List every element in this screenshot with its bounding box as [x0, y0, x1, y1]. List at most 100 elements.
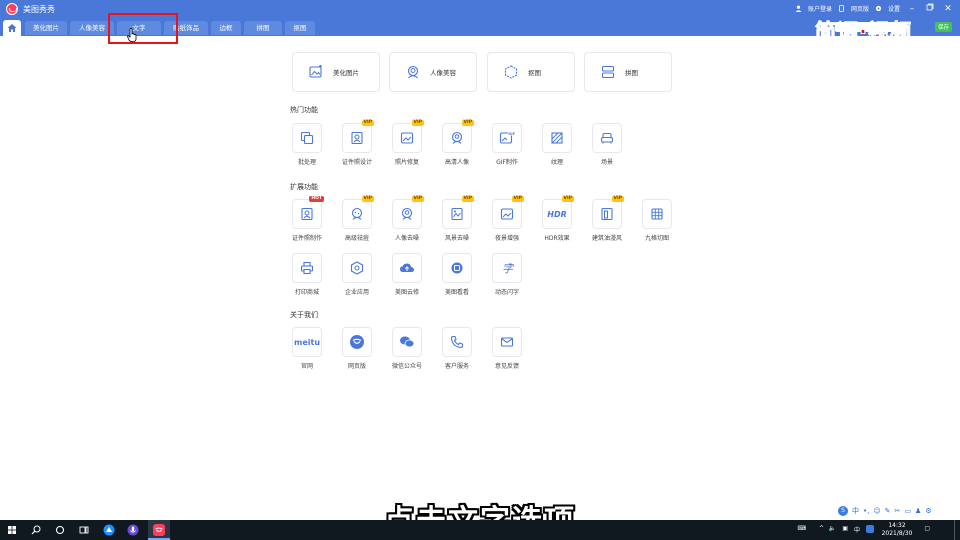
cortana-icon[interactable]: [53, 523, 67, 537]
card-label: 拼图: [625, 69, 638, 77]
card-cutout[interactable]: 抠图: [487, 52, 575, 92]
feature-night-enhance[interactable]: VIP 夜景增强: [482, 196, 532, 245]
section-title-hot: 热门功能: [290, 106, 318, 114]
show-desktop-button[interactable]: [954, 520, 958, 540]
meitu-wordmark-icon: meitu: [293, 337, 321, 347]
tab-beautify[interactable]: 美化图片: [25, 21, 67, 35]
feature-enterprise[interactable]: 企业应用: [332, 253, 382, 299]
hot-badge: HOT: [309, 196, 324, 202]
card-label: 抠图: [528, 69, 541, 77]
portrait-denoise-icon: [401, 207, 413, 220]
close-button[interactable]: ✕: [942, 4, 954, 14]
about-web-version[interactable]: 网页版: [332, 327, 382, 373]
card-collage[interactable]: 拼图: [584, 52, 672, 92]
feature-batch[interactable]: 批处理: [282, 123, 332, 169]
feature-id-photo-make[interactable]: HOT 证件照制作: [282, 196, 332, 245]
feature-nine-grid[interactable]: 九格切图: [632, 199, 682, 245]
texture-icon: [551, 132, 563, 144]
feature-hd-portrait[interactable]: VIP 高清人像: [432, 120, 482, 169]
feature-meitu-viewer[interactable]: 美图看看: [432, 253, 482, 299]
meitu-logo-icon: [350, 335, 364, 349]
home-tab[interactable]: [3, 20, 21, 36]
clock-time: 14:32: [888, 522, 906, 529]
card-label: 人像美容: [430, 69, 456, 77]
voice-assistant-icon[interactable]: [126, 523, 140, 537]
vip-badge: VIP: [461, 196, 474, 202]
feature-architecture-style[interactable]: VIP 建筑油漫风: [582, 196, 632, 245]
network-icon[interactable]: ▣: [842, 525, 848, 532]
section-title-about: 关于我们: [290, 311, 318, 319]
mail-icon: [500, 337, 514, 347]
feature-texture[interactable]: 纹理: [532, 123, 582, 169]
feature-id-photo-design[interactable]: VIP 证件照设计: [332, 120, 382, 169]
feature-print-store[interactable]: 打印商城: [282, 253, 332, 299]
portrait-icon: [407, 65, 419, 79]
enterprise-hex-icon: [350, 261, 364, 275]
collage-icon: [601, 65, 615, 79]
tab-frames[interactable]: 边框: [211, 21, 241, 35]
feature-label: 意见反馈: [494, 363, 519, 370]
about-wechat[interactable]: 微信公众号: [382, 327, 432, 373]
settings-link[interactable]: 设置: [888, 4, 900, 13]
card-portrait[interactable]: 人像美容: [389, 52, 477, 92]
landscape-denoise-icon: [451, 207, 463, 221]
tab-collage[interactable]: 拼图: [244, 21, 282, 35]
phone-icon: [838, 5, 845, 12]
about-official-site[interactable]: meitu 官网: [282, 327, 332, 373]
about-customer-service[interactable]: 客户服务: [432, 327, 482, 373]
sogou-tray-icon[interactable]: [866, 525, 874, 533]
cloud-icon: [400, 263, 414, 272]
about-feedback[interactable]: 意见反馈: [482, 327, 532, 373]
feature-animated-text[interactable]: 字 动态闪字: [482, 253, 532, 299]
browser-icon[interactable]: [102, 523, 116, 537]
hand-cursor-icon: [127, 28, 137, 42]
title-bar-controls: 账户登录 网页版 设置 – ✕: [795, 3, 954, 14]
restore-button[interactable]: [924, 3, 936, 14]
feature-hdr[interactable]: HDR VIP HDR效果: [532, 196, 582, 245]
watermark-text: 简调·视频: [815, 20, 912, 45]
save-button[interactable]: 保存: [934, 22, 952, 32]
meitu-app-icon: [153, 524, 165, 536]
feature-portrait-denoise[interactable]: VIP 人像去噪: [382, 196, 432, 245]
notification-icon[interactable]: ▢: [924, 525, 930, 532]
id-photo-icon: [351, 131, 363, 145]
feature-cloud-retouch[interactable]: 美图云修: [382, 253, 432, 299]
user-icon: [795, 5, 802, 12]
meitu-logo-icon: [6, 3, 18, 15]
account-login-link[interactable]: 账户登录: [808, 4, 832, 13]
tray-language[interactable]: 中: [854, 525, 860, 534]
vip-badge: VIP: [411, 120, 424, 126]
acne-removal-icon: [351, 207, 363, 220]
clock[interactable]: 14:32 2021/8/30: [878, 522, 916, 538]
animated-text-icon: 字: [502, 262, 514, 275]
keyboard-icon[interactable]: ⌨: [797, 525, 806, 532]
card-beautify[interactable]: 美化图片: [292, 52, 380, 92]
id-photo-make-icon: [301, 207, 313, 221]
clock-date: 2021/8/30: [881, 530, 913, 537]
feature-landscape-denoise[interactable]: VIP 风景去噪: [432, 196, 482, 245]
gif-icon: GIF: [499, 131, 515, 144]
card-label: 美化图片: [333, 69, 359, 77]
viewer-icon: [451, 262, 463, 274]
section-title-extend: 扩展功能: [290, 183, 318, 191]
phone-icon: [450, 335, 464, 349]
task-view-icon[interactable]: [77, 523, 91, 537]
feature-gif[interactable]: GIF GIF制作: [482, 123, 532, 169]
feature-photo-repair[interactable]: VIP 照片修复: [382, 120, 432, 169]
wechat-icon: [400, 336, 415, 348]
tab-cutout[interactable]: 抠图: [285, 21, 315, 35]
search-icon[interactable]: [29, 523, 43, 537]
feature-scene[interactable]: 场景: [582, 123, 632, 169]
architecture-icon: [601, 207, 613, 221]
printer-icon: [300, 261, 314, 275]
web-version-link[interactable]: 网页版: [851, 4, 869, 13]
cutout-icon: [504, 65, 518, 79]
feature-label: 九格切图: [644, 235, 669, 242]
chevron-up-icon[interactable]: ^: [819, 525, 824, 532]
volume-icon[interactable]: 🔈: [829, 525, 836, 532]
windows-start-icon[interactable]: [5, 523, 19, 537]
vip-badge: VIP: [411, 196, 424, 202]
hdr-icon: HDR: [547, 209, 567, 219]
minimize-button[interactable]: –: [906, 4, 918, 14]
feature-acne-removal[interactable]: VIP 高级祛痘: [332, 196, 382, 245]
